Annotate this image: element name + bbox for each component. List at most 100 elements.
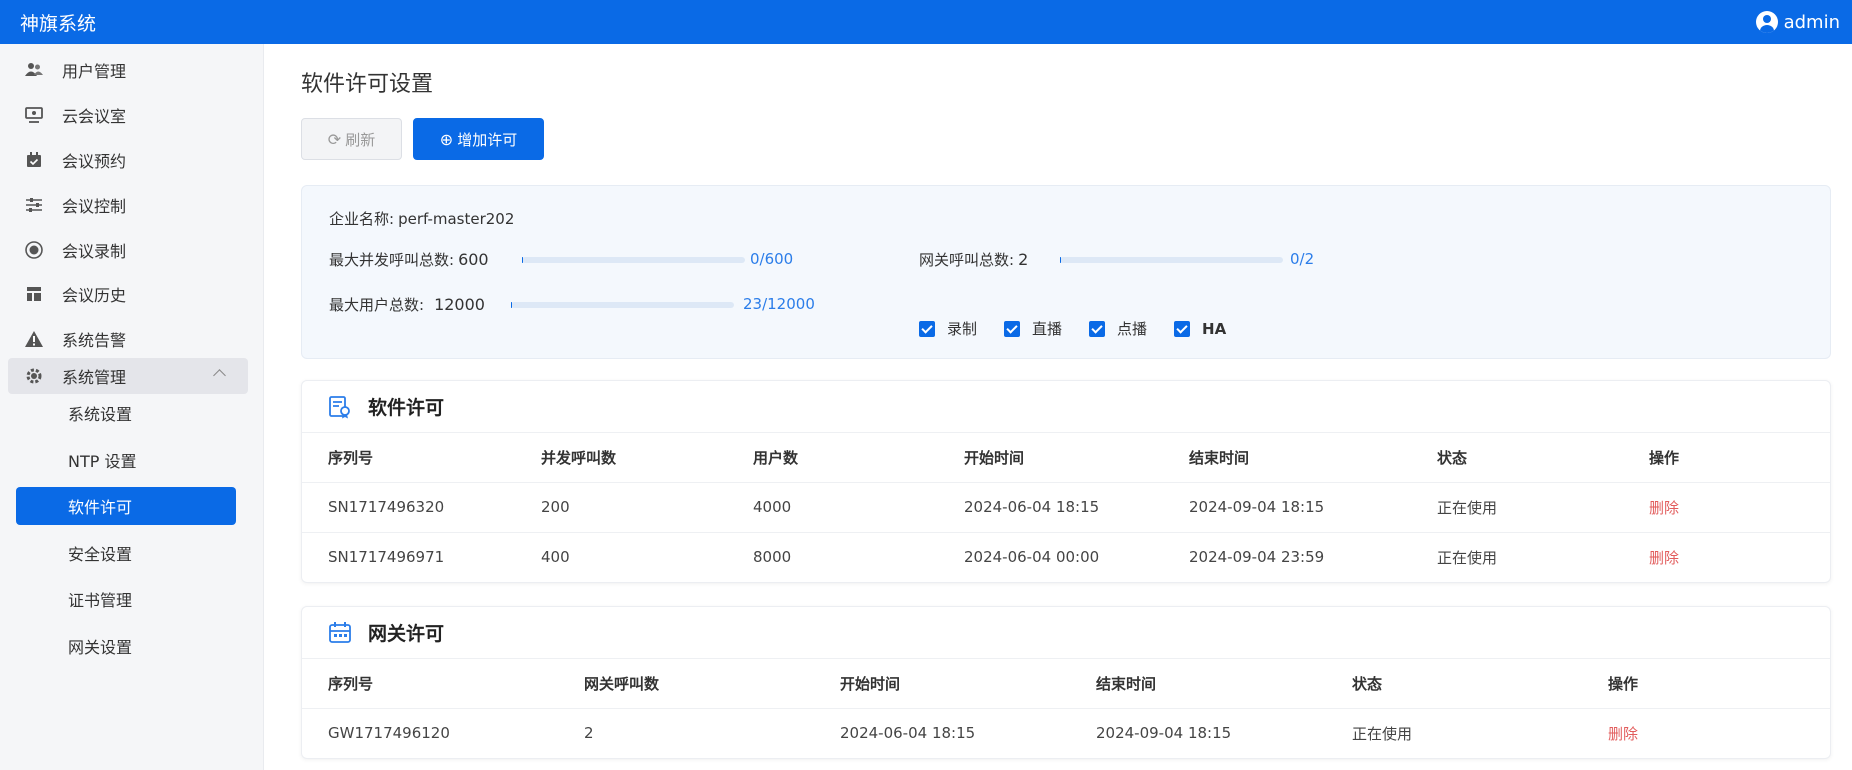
- col-header: 操作: [1582, 659, 1830, 709]
- sidebar-item-label: 会议控制: [62, 197, 127, 216]
- col-header: 序列号: [302, 659, 558, 709]
- app-title: 神旗系统: [20, 12, 97, 35]
- gateway-license-table: 序列号 网关呼叫数 开始时间 结束时间 状态 操作 GW1717496120 2…: [302, 659, 1830, 758]
- sidebar-subitem-ntp[interactable]: NTP 设置: [16, 441, 236, 479]
- sidebar-item-label: 用户管理: [62, 62, 127, 81]
- serial-cell: SN1717496971: [328, 548, 445, 567]
- calls-cell: 200: [515, 482, 727, 533]
- table-row: GW1717496120 2 2024-06-04 18:15 2024-09-…: [302, 708, 1830, 758]
- gateway-license-header: 网关许可: [302, 607, 1830, 659]
- company-row: 企业名称: perf-master202: [329, 209, 515, 229]
- software-license-title: 软件许可: [368, 397, 445, 419]
- sidebar-item-label: 云会议室: [62, 107, 127, 126]
- max-users-row: 最大用户总数: 12000: [329, 295, 485, 314]
- sidebar-item-system[interactable]: 系统管理: [8, 358, 248, 394]
- users-cell: 4000: [727, 482, 938, 533]
- calendar-check-icon: [24, 150, 44, 170]
- max-users-progress: [511, 302, 734, 308]
- sidebar-subitem-security[interactable]: 安全设置: [16, 534, 236, 572]
- table-header-row: 序列号 并发呼叫数 用户数 开始时间 结束时间 状态 操作: [302, 433, 1830, 483]
- feature-recording-checkbox[interactable]: 录制: [919, 318, 977, 339]
- sidebar-item-label: 会议历史: [62, 286, 127, 305]
- gateway-calls-progress-text: 0/2: [1290, 250, 1315, 268]
- status-cell: 正在使用: [1437, 548, 1498, 567]
- user-name: admin: [1783, 11, 1840, 33]
- col-header: 结束时间: [1163, 433, 1411, 483]
- start-cell: 2024-06-04 18:15: [840, 724, 976, 743]
- chevron-up-icon: [213, 369, 226, 382]
- sidebar-item-history[interactable]: 会议历史: [8, 276, 248, 312]
- sidebar-item-recording[interactable]: 会议录制: [8, 232, 248, 268]
- feature-ha-checkbox[interactable]: HA: [1174, 320, 1226, 338]
- history-layout-icon: [24, 284, 44, 304]
- meeting-room-icon: [24, 105, 44, 125]
- sidebar: 用户管理 云会议室 会议预约 会议控制 会议录制 会议历史 系统告警 系统管理 …: [0, 44, 264, 770]
- start-cell: 2024-06-04 00:00: [964, 548, 1100, 567]
- feature-vod-checkbox[interactable]: 点播: [1089, 318, 1147, 339]
- delete-link[interactable]: 删除: [1623, 482, 1830, 533]
- feature-checkboxes: 录制 直播 点播 HA: [919, 318, 1253, 339]
- end-cell: 2024-09-04 18:15: [1163, 482, 1411, 533]
- checkbox-checked-icon: [919, 320, 935, 337]
- user-avatar-icon: [1755, 11, 1778, 33]
- users-cell: 8000: [753, 548, 792, 567]
- main-content: 软件许可设置 ⟳ 刷新 ⊕ 增加许可 企业名称: perf-master202 …: [265, 44, 1852, 770]
- max-users-progress-text: 23/12000: [743, 295, 815, 313]
- serial-cell: GW1717496120: [328, 724, 450, 743]
- col-header: 序列号: [302, 433, 515, 483]
- users-icon: [24, 60, 44, 80]
- sidebar-item-alarms[interactable]: 系统告警: [8, 321, 248, 357]
- add-license-button[interactable]: ⊕ 增加许可: [413, 118, 544, 160]
- sidebar-item-booking[interactable]: 会议预约: [8, 142, 248, 178]
- max-calls-row: 最大并发呼叫总数: 600: [329, 250, 489, 269]
- sidebar-subitem-system-settings[interactable]: 系统设置: [16, 394, 236, 432]
- warning-icon: [24, 329, 44, 349]
- serial-cell: SN1717496320: [302, 482, 515, 533]
- feature-live-checkbox[interactable]: 直播: [1004, 318, 1062, 339]
- end-cell: 2024-09-04 18:15: [1096, 724, 1232, 743]
- sidebar-item-meeting-rooms[interactable]: 云会议室: [8, 97, 248, 133]
- sidebar-item-label: 会议录制: [62, 242, 127, 261]
- delete-link[interactable]: 删除: [1623, 532, 1830, 582]
- delete-link[interactable]: 删除: [1582, 708, 1830, 758]
- user-menu[interactable]: admin: [1755, 11, 1840, 33]
- software-license-header: 软件许可: [302, 381, 1830, 433]
- license-document-icon: [328, 395, 352, 419]
- sidebar-item-users[interactable]: 用户管理: [8, 52, 248, 88]
- gateway-license-card: 网关许可 序列号 网关呼叫数 开始时间 结束时间 状态 操作 GW1717496: [301, 606, 1831, 759]
- software-license-table: 序列号 并发呼叫数 用户数 开始时间 结束时间 状态 操作 SN17174963…: [302, 433, 1830, 582]
- sidebar-subitem-gateway[interactable]: 网关设置: [16, 627, 236, 665]
- gateway-calls-progress: [1060, 257, 1283, 263]
- max-calls-progress: [522, 257, 745, 263]
- sidebar-item-label: 系统管理: [62, 368, 127, 387]
- plus-circle-icon: ⊕: [439, 129, 454, 149]
- gateway-calls-cell: 2: [584, 724, 594, 743]
- col-header: 开始时间: [814, 659, 1070, 709]
- sidebar-item-label: 系统告警: [62, 331, 127, 350]
- end-cell: 2024-09-04 23:59: [1189, 548, 1325, 567]
- sidebar-subitem-certificates[interactable]: 证书管理: [16, 580, 236, 618]
- col-header: 网关呼叫数: [558, 659, 814, 709]
- checkbox-checked-icon: [1089, 320, 1106, 337]
- refresh-button[interactable]: ⟳ 刷新: [301, 118, 402, 160]
- page-title: 软件许可设置: [301, 72, 434, 97]
- status-cell: 正在使用: [1411, 482, 1623, 533]
- sidebar-subitem-software-license[interactable]: 软件许可: [16, 487, 236, 525]
- table-row: SN1717496971 400 8000 2024-06-04 00:00 2…: [302, 532, 1830, 582]
- gateway-calendar-icon: [328, 621, 352, 645]
- max-calls-progress-text: 0/600: [750, 250, 794, 268]
- table-header-row: 序列号 网关呼叫数 开始时间 结束时间 状态 操作: [302, 659, 1830, 709]
- sidebar-item-label: 会议预约: [62, 152, 127, 171]
- top-bar: 神旗系统 admin: [0, 0, 1852, 44]
- checkbox-checked-icon: [1004, 320, 1021, 337]
- checkbox-checked-icon: [1174, 320, 1191, 337]
- col-header: 并发呼叫数: [515, 433, 727, 483]
- status-cell: 正在使用: [1352, 724, 1413, 743]
- col-header: 开始时间: [938, 433, 1163, 483]
- gateway-calls-row: 网关呼叫总数: 2: [919, 250, 1029, 269]
- col-header: 用户数: [727, 433, 938, 483]
- col-header: 操作: [1623, 433, 1830, 483]
- record-icon: [24, 240, 44, 260]
- sidebar-item-control[interactable]: 会议控制: [8, 187, 248, 223]
- gateway-license-title: 网关许可: [368, 623, 445, 645]
